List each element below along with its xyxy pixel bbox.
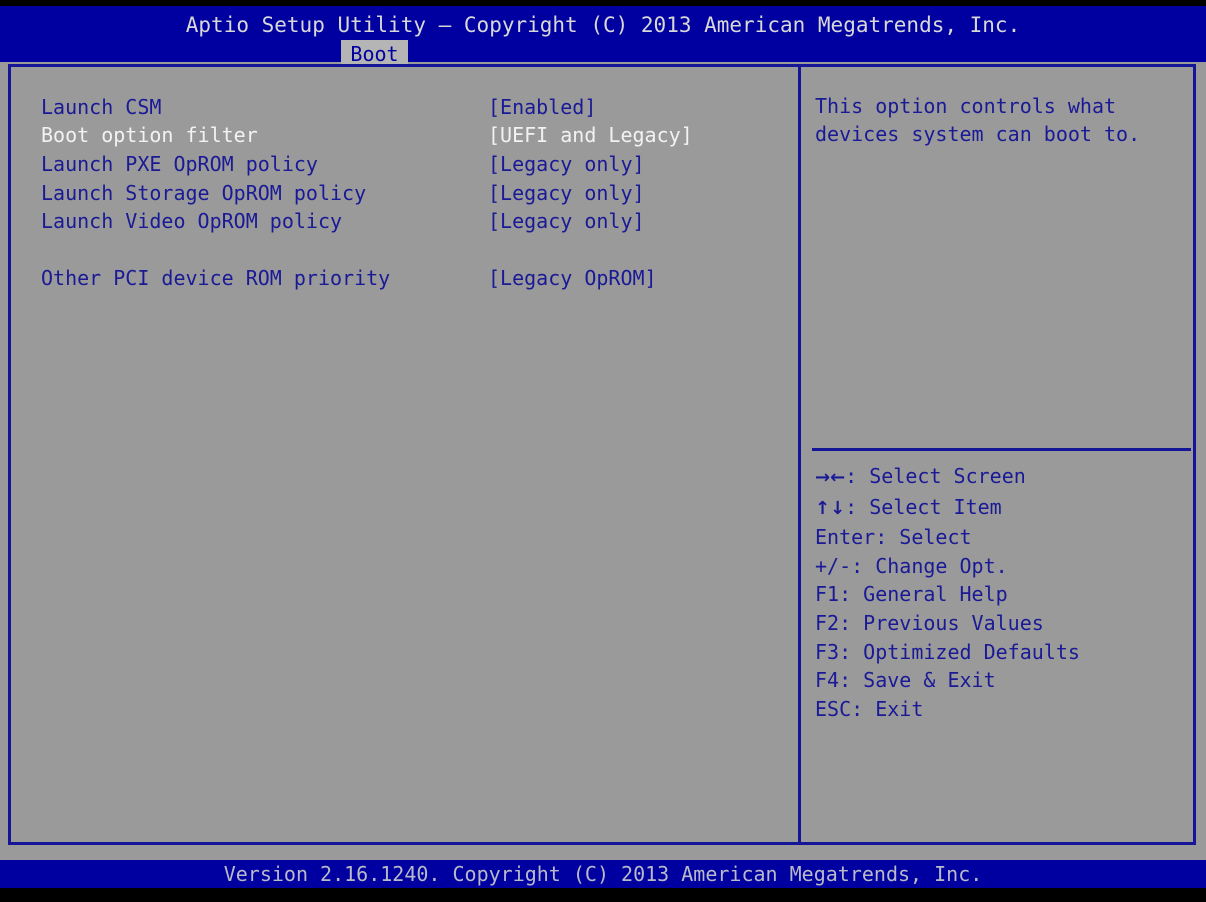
help-description-line: devices system can boot to.: [815, 122, 1141, 146]
setting-row-launch-csm[interactable]: Launch CSM [Enabled]: [11, 93, 795, 121]
setting-label: Launch Storage OpROM policy: [41, 181, 367, 205]
settings-list: Launch CSM [Enabled] Boot option filter …: [11, 67, 795, 842]
setting-value[interactable]: [UEFI and Legacy]: [488, 121, 693, 149]
help-panel: This option controls what devices system…: [801, 67, 1193, 842]
key-legend-item-enter-select: Enter: Select: [815, 525, 972, 550]
setting-label: Other PCI device ROM priority: [41, 266, 391, 290]
setting-row-launch-pxe-oprom-policy[interactable]: Launch PXE OpROM policy [Legacy only]: [11, 150, 795, 178]
up-down-arrow-icon: ↑↓: [815, 497, 846, 519]
title-bar: Aptio Setup Utility – Copyright (C) 2013…: [0, 6, 1206, 68]
left-right-arrow-icon: →←: [815, 467, 846, 488]
setting-row-launch-storage-oprom-policy[interactable]: Launch Storage OpROM policy [Legacy only…: [11, 179, 795, 207]
setting-value[interactable]: [Legacy only]: [488, 150, 645, 178]
setting-label: Boot option filter: [41, 123, 258, 147]
setting-value[interactable]: [Legacy only]: [488, 207, 645, 235]
help-separator: [812, 448, 1191, 451]
key-legend-label: : Select Screen: [845, 464, 1026, 488]
setting-label: Launch PXE OpROM policy: [41, 152, 318, 176]
key-legend-item-exit: ESC: Exit: [815, 696, 924, 721]
setting-label: Launch CSM: [41, 95, 162, 119]
bios-setup-screen: Aptio Setup Utility – Copyright (C) 2013…: [0, 0, 1206, 902]
key-legend-item-previous-values: F2: Previous Values: [815, 610, 1044, 635]
help-description: This option controls what devices system…: [815, 92, 1185, 148]
key-legend-item-select-screen: →←: Select Screen: [815, 462, 1187, 493]
screen-bezel-bottom: [0, 888, 1206, 902]
key-legend-item-optimized-defaults: F3: Optimized Defaults: [815, 639, 1080, 664]
help-description-line: This option controls what: [815, 94, 1117, 118]
setting-value[interactable]: [Legacy only]: [488, 179, 645, 207]
setting-row-launch-video-oprom-policy[interactable]: Launch Video OpROM policy [Legacy only]: [11, 207, 795, 235]
key-legend-item-general-help: F1: General Help: [815, 582, 1008, 607]
setting-row-boot-option-filter[interactable]: Boot option filter [UEFI and Legacy]: [11, 121, 795, 149]
setting-row-other-pci-device-rom-priority[interactable]: Other PCI device ROM priority [Legacy Op…: [11, 264, 795, 292]
key-legend: →←: Select Screen ↑↓: Select Item Enter:…: [815, 462, 1187, 723]
version-text: Version 2.16.1240. Copyright (C) 2013 Am…: [223, 862, 983, 886]
content-frame: Launch CSM [Enabled] Boot option filter …: [8, 64, 1196, 845]
page-title: Aptio Setup Utility – Copyright (C) 2013…: [185, 13, 1021, 37]
key-legend-item-save-and-exit: F4: Save & Exit: [815, 668, 996, 693]
key-legend-item-select-item: ↑↓: Select Item: [815, 493, 1187, 524]
status-bar: Version 2.16.1240. Copyright (C) 2013 Am…: [0, 860, 1206, 888]
setting-label: Launch Video OpROM policy: [41, 209, 343, 233]
setting-value[interactable]: [Legacy OpROM]: [488, 264, 657, 292]
key-legend-item-change-opt: +/-: Change Opt.: [815, 553, 1008, 578]
key-legend-label: : Select Item: [845, 494, 1002, 519]
setting-value[interactable]: [Enabled]: [488, 93, 596, 121]
